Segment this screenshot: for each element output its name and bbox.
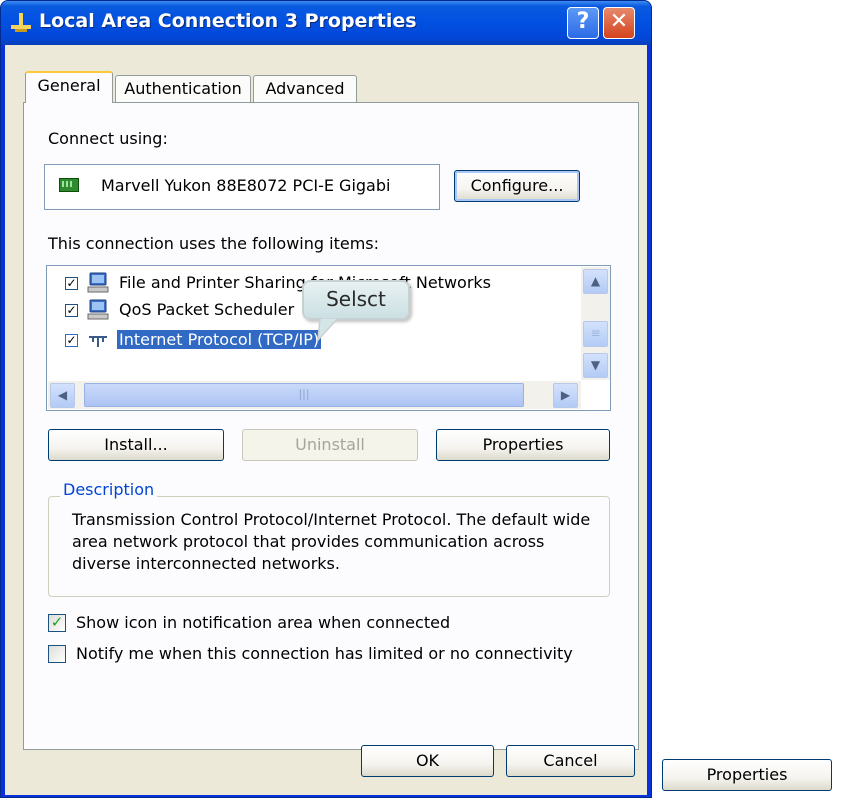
item-label: Internet Protocol (TCP/IP) bbox=[117, 330, 322, 349]
show-icon-checkbox[interactable]: ✓ bbox=[48, 614, 66, 632]
tab-general[interactable]: General bbox=[25, 71, 113, 103]
network-connection-icon bbox=[11, 13, 31, 32]
title-bar[interactable]: Local Area Connection 3 Properties ? ✕ bbox=[1, 1, 651, 45]
show-icon-label: Show icon in notification area when conn… bbox=[76, 613, 451, 632]
select-callout: Selsct bbox=[302, 280, 410, 320]
connect-using-label: Connect using: bbox=[48, 129, 168, 148]
tab-authentication[interactable]: Authentication bbox=[115, 75, 251, 103]
adapter-field: Marvell Yukon 88E8072 PCI-E Gigabi bbox=[44, 164, 440, 210]
vertical-scrollbar[interactable]: ▲ ≡ ▼ bbox=[581, 267, 610, 380]
notify-label: Notify me when this connection has limit… bbox=[76, 644, 573, 663]
uninstall-button[interactable]: Uninstall bbox=[242, 429, 418, 461]
ok-button[interactable]: OK bbox=[361, 745, 494, 777]
properties-button-extra[interactable]: Properties bbox=[662, 759, 832, 791]
scroll-down-icon[interactable]: ▼ bbox=[583, 353, 608, 378]
tab-advanced[interactable]: Advanced bbox=[253, 75, 357, 103]
notify-checkbox[interactable] bbox=[48, 645, 66, 663]
window-title: Local Area Connection 3 Properties bbox=[39, 10, 417, 32]
network-adapter-icon bbox=[59, 178, 79, 192]
properties-button[interactable]: Properties bbox=[436, 429, 610, 461]
scroll-left-icon[interactable]: ◀ bbox=[50, 383, 75, 408]
adapter-name: Marvell Yukon 88E8072 PCI-E Gigabi bbox=[101, 176, 391, 195]
dialog-client-area: General Authentication Advanced bbox=[5, 45, 647, 795]
item-label: QoS Packet Scheduler bbox=[119, 300, 295, 319]
protocol-icon bbox=[89, 336, 107, 347]
callout-pointer bbox=[317, 318, 340, 342]
close-button[interactable]: ✕ bbox=[603, 7, 635, 39]
help-button[interactable]: ? bbox=[567, 7, 599, 39]
network-service-icon bbox=[87, 272, 109, 293]
description-title: Description bbox=[60, 480, 158, 499]
scroll-thumb[interactable]: ||| bbox=[84, 383, 524, 407]
description-text: Transmission Control Protocol/Internet P… bbox=[72, 510, 591, 573]
items-label: This connection uses the following items… bbox=[48, 234, 379, 253]
item-checkbox[interactable]: ✓ bbox=[65, 277, 78, 290]
item-checkbox[interactable]: ✓ bbox=[65, 304, 78, 317]
item-checkbox[interactable]: ✓ bbox=[65, 334, 78, 347]
horizontal-scrollbar[interactable]: ◀ ||| ▶ bbox=[48, 381, 581, 409]
scroll-up-icon[interactable]: ▲ bbox=[583, 269, 608, 294]
cancel-button[interactable]: Cancel bbox=[506, 745, 635, 777]
configure-button[interactable]: Configure... bbox=[454, 170, 580, 202]
scroll-thumb[interactable]: ≡ bbox=[583, 321, 608, 347]
scroll-right-icon[interactable]: ▶ bbox=[553, 383, 578, 408]
network-service-icon bbox=[87, 299, 109, 320]
install-button[interactable]: Install... bbox=[48, 429, 224, 461]
